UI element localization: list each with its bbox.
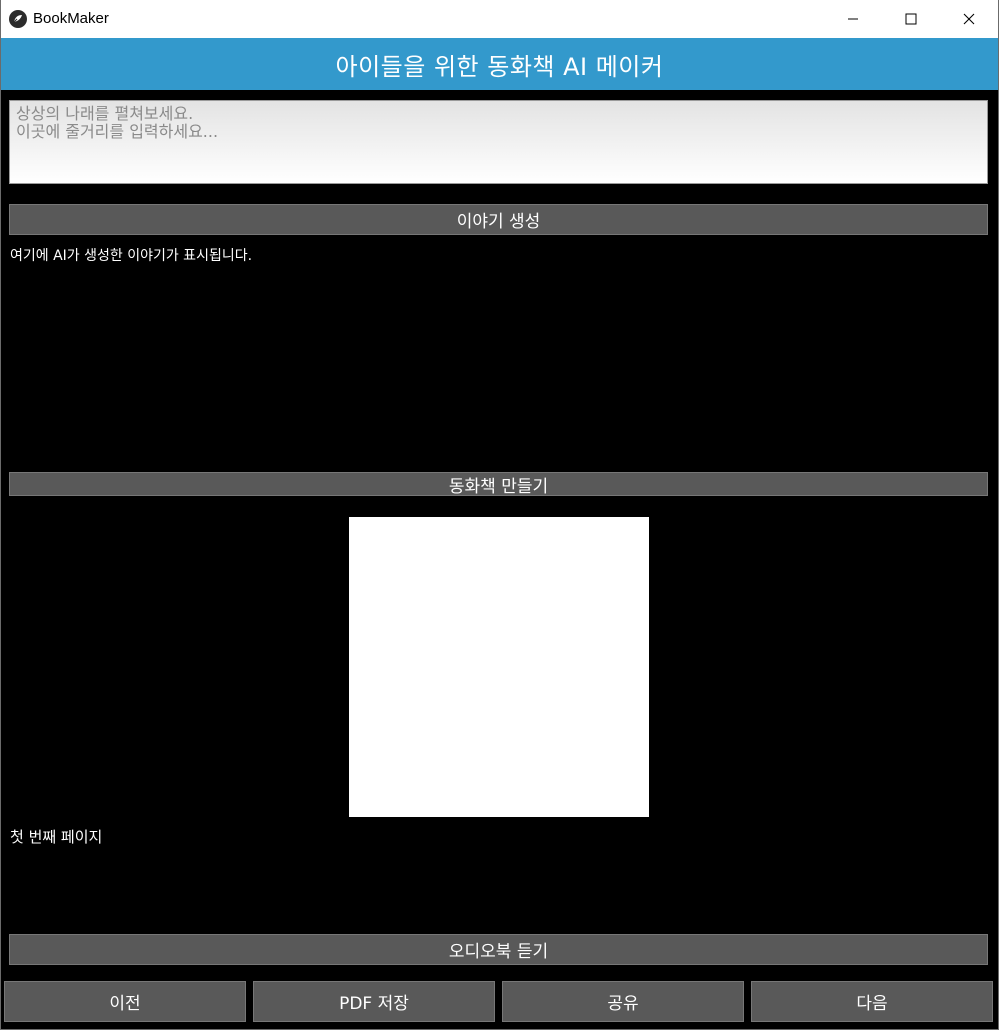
make-storybook-button[interactable]: 동화책 만들기 [9, 472, 988, 497]
save-pdf-button[interactable]: PDF 저장 [253, 981, 495, 1022]
maximize-button[interactable] [882, 0, 940, 38]
close-button[interactable] [940, 0, 998, 38]
app-heading: 아이들을 위한 동화책 AI 메이커 [335, 52, 664, 81]
story-plot-input[interactable] [9, 100, 988, 184]
generated-story-text: 여기에 AI가 생성한 이야기가 표시됩니다. [10, 248, 253, 264]
page-text: 첫 번째 페이지 [10, 828, 103, 846]
close-icon [963, 13, 975, 25]
window-title: BookMaker [33, 10, 109, 27]
next-page-button[interactable]: 다음 [751, 981, 993, 1022]
minimize-icon [848, 18, 858, 20]
minimize-button[interactable] [824, 0, 882, 38]
app-header: 아이들을 위한 동화책 AI 메이커 [1, 38, 998, 90]
listen-audiobook-button[interactable]: 오디오북 듣기 [9, 934, 988, 965]
kivy-logo-icon [9, 10, 27, 28]
maximize-icon [905, 13, 917, 25]
generate-story-button[interactable]: 이야기 생성 [9, 204, 988, 235]
page-illustration [349, 517, 649, 817]
app-window: BookMaker 아이들을 위한 동화책 AI 메이커 이야기 생성 여기에 … [0, 0, 999, 1030]
share-button[interactable]: 공유 [502, 981, 744, 1022]
previous-page-button[interactable]: 이전 [4, 981, 246, 1022]
title-bar[interactable]: BookMaker [1, 0, 998, 38]
